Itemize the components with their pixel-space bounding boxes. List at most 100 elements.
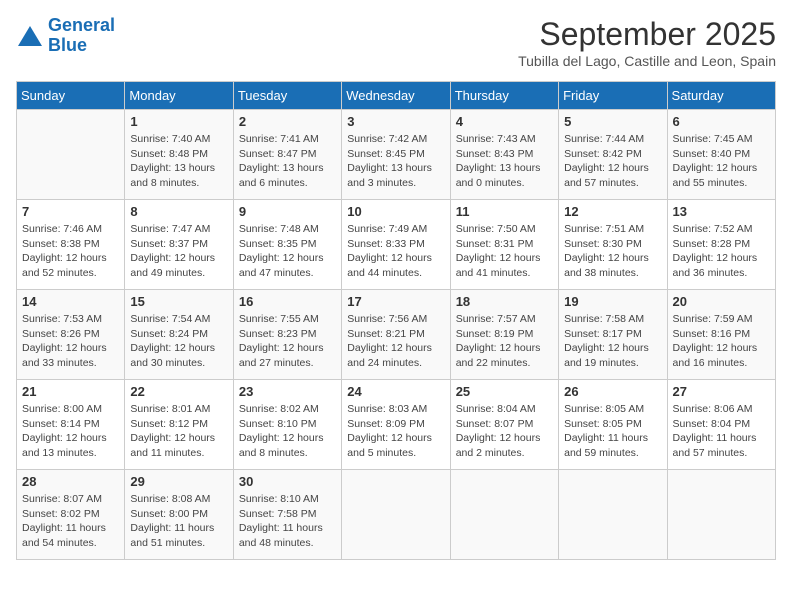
day-info: Sunrise: 7:53 AM Sunset: 8:26 PM Dayligh… xyxy=(22,312,119,371)
day-number: 30 xyxy=(239,474,336,489)
day-number: 4 xyxy=(456,114,553,129)
day-number: 13 xyxy=(673,204,770,219)
day-info: Sunrise: 7:51 AM Sunset: 8:30 PM Dayligh… xyxy=(564,222,661,281)
calendar-cell: 28Sunrise: 8:07 AM Sunset: 8:02 PM Dayli… xyxy=(17,470,125,560)
day-info: Sunrise: 7:58 AM Sunset: 8:17 PM Dayligh… xyxy=(564,312,661,371)
day-number: 15 xyxy=(130,294,227,309)
day-info: Sunrise: 8:06 AM Sunset: 8:04 PM Dayligh… xyxy=(673,402,770,461)
logo-text: General Blue xyxy=(48,16,115,56)
calendar-table: SundayMondayTuesdayWednesdayThursdayFrid… xyxy=(16,81,776,560)
weekday-header: Tuesday xyxy=(233,82,341,110)
calendar-cell: 16Sunrise: 7:55 AM Sunset: 8:23 PM Dayli… xyxy=(233,290,341,380)
logo-line2: Blue xyxy=(48,36,115,56)
calendar-cell: 11Sunrise: 7:50 AM Sunset: 8:31 PM Dayli… xyxy=(450,200,558,290)
calendar-cell: 10 Sunrise: 7:49 AM Sunset: 8:33 PM Dayli… xyxy=(342,200,450,290)
day-info: Sunrise: 7:47 AM Sunset: 8:37 PM Dayligh… xyxy=(130,222,227,281)
page-header: General Blue September 2025 Tubilla del … xyxy=(16,16,776,69)
weekday-header: Wednesday xyxy=(342,82,450,110)
logo-icon xyxy=(16,24,44,48)
calendar-cell: 26Sunrise: 8:05 AM Sunset: 8:05 PM Dayli… xyxy=(559,380,667,470)
day-number: 10 xyxy=(347,204,444,219)
calendar-cell: 18 Sunrise: 7:57 AM Sunset: 8:19 PM Dayli… xyxy=(450,290,558,380)
day-number: 27 xyxy=(673,384,770,399)
title-block: September 2025 Tubilla del Lago, Castill… xyxy=(518,16,776,69)
calendar-header: SundayMondayTuesdayWednesdayThursdayFrid… xyxy=(17,82,776,110)
calendar-cell: 12 Sunrise: 7:51 AM Sunset: 8:30 PM Dayli… xyxy=(559,200,667,290)
calendar-week-row: 14 Sunrise: 7:53 AM Sunset: 8:26 PM Dayli… xyxy=(17,290,776,380)
calendar-cell: 7 Sunrise: 7:46 AM Sunset: 8:38 PM Daylig… xyxy=(17,200,125,290)
day-number: 18 xyxy=(456,294,553,309)
day-info: Sunrise: 8:10 AM Sunset: 7:58 PM Dayligh… xyxy=(239,492,336,551)
day-number: 14 xyxy=(22,294,119,309)
calendar-cell xyxy=(342,470,450,560)
calendar-cell: 6Sunrise: 7:45 AM Sunset: 8:40 PM Daylig… xyxy=(667,110,775,200)
day-info: Sunrise: 7:46 AM Sunset: 8:38 PM Dayligh… xyxy=(22,222,119,281)
day-info: Sunrise: 7:54 AM Sunset: 8:24 PM Dayligh… xyxy=(130,312,227,371)
day-number: 22 xyxy=(130,384,227,399)
day-info: Sunrise: 7:59 AM Sunset: 8:16 PM Dayligh… xyxy=(673,312,770,371)
day-info: Sunrise: 7:43 AM Sunset: 8:43 PM Dayligh… xyxy=(456,132,553,191)
day-info: Sunrise: 8:03 AM Sunset: 8:09 PM Dayligh… xyxy=(347,402,444,461)
weekday-header: Thursday xyxy=(450,82,558,110)
day-number: 21 xyxy=(22,384,119,399)
calendar-cell: 20 Sunrise: 7:59 AM Sunset: 8:16 PM Dayli… xyxy=(667,290,775,380)
calendar-cell: 9 Sunrise: 7:48 AM Sunset: 8:35 PM Daylig… xyxy=(233,200,341,290)
day-info: Sunrise: 8:01 AM Sunset: 8:12 PM Dayligh… xyxy=(130,402,227,461)
day-info: Sunrise: 8:04 AM Sunset: 8:07 PM Dayligh… xyxy=(456,402,553,461)
day-info: Sunrise: 7:49 AM Sunset: 8:33 PM Dayligh… xyxy=(347,222,444,281)
calendar-week-row: 1Sunrise: 7:40 AM Sunset: 8:48 PM Daylig… xyxy=(17,110,776,200)
day-number: 8 xyxy=(130,204,227,219)
day-info: Sunrise: 8:08 AM Sunset: 8:00 PM Dayligh… xyxy=(130,492,227,551)
weekday-header: Saturday xyxy=(667,82,775,110)
calendar-cell: 30 Sunrise: 8:10 AM Sunset: 7:58 PM Dayli… xyxy=(233,470,341,560)
calendar-week-row: 7 Sunrise: 7:46 AM Sunset: 8:38 PM Daylig… xyxy=(17,200,776,290)
calendar-cell: 4 Sunrise: 7:43 AM Sunset: 8:43 PM Daylig… xyxy=(450,110,558,200)
day-info: Sunrise: 7:44 AM Sunset: 8:42 PM Dayligh… xyxy=(564,132,661,191)
day-number: 12 xyxy=(564,204,661,219)
logo-line1: General xyxy=(48,15,115,35)
logo: General Blue xyxy=(16,16,115,56)
day-number: 9 xyxy=(239,204,336,219)
day-number: 7 xyxy=(22,204,119,219)
calendar-cell: 21Sunrise: 8:00 AM Sunset: 8:14 PM Dayli… xyxy=(17,380,125,470)
calendar-cell: 13 Sunrise: 7:52 AM Sunset: 8:28 PM Dayli… xyxy=(667,200,775,290)
day-info: Sunrise: 7:56 AM Sunset: 8:21 PM Dayligh… xyxy=(347,312,444,371)
calendar-cell: 29Sunrise: 8:08 AM Sunset: 8:00 PM Dayli… xyxy=(125,470,233,560)
calendar-body: 1Sunrise: 7:40 AM Sunset: 8:48 PM Daylig… xyxy=(17,110,776,560)
calendar-cell: 19 Sunrise: 7:58 AM Sunset: 8:17 PM Dayli… xyxy=(559,290,667,380)
calendar-cell: 8 Sunrise: 7:47 AM Sunset: 8:37 PM Daylig… xyxy=(125,200,233,290)
calendar-cell: 1Sunrise: 7:40 AM Sunset: 8:48 PM Daylig… xyxy=(125,110,233,200)
weekday-row: SundayMondayTuesdayWednesdayThursdayFrid… xyxy=(17,82,776,110)
day-number: 17 xyxy=(347,294,444,309)
day-info: Sunrise: 7:52 AM Sunset: 8:28 PM Dayligh… xyxy=(673,222,770,281)
day-number: 26 xyxy=(564,384,661,399)
day-number: 20 xyxy=(673,294,770,309)
calendar-cell: 24Sunrise: 8:03 AM Sunset: 8:09 PM Dayli… xyxy=(342,380,450,470)
day-info: Sunrise: 8:02 AM Sunset: 8:10 PM Dayligh… xyxy=(239,402,336,461)
weekday-header: Sunday xyxy=(17,82,125,110)
day-info: Sunrise: 7:42 AM Sunset: 8:45 PM Dayligh… xyxy=(347,132,444,191)
calendar-cell: 27 Sunrise: 8:06 AM Sunset: 8:04 PM Dayli… xyxy=(667,380,775,470)
day-number: 23 xyxy=(239,384,336,399)
day-number: 25 xyxy=(456,384,553,399)
day-info: Sunrise: 7:41 AM Sunset: 8:47 PM Dayligh… xyxy=(239,132,336,191)
day-number: 5 xyxy=(564,114,661,129)
calendar-cell: 3 Sunrise: 7:42 AM Sunset: 8:45 PM Daylig… xyxy=(342,110,450,200)
day-number: 11 xyxy=(456,204,553,219)
day-info: Sunrise: 7:40 AM Sunset: 8:48 PM Dayligh… xyxy=(130,132,227,191)
calendar-cell: 17 Sunrise: 7:56 AM Sunset: 8:21 PM Dayli… xyxy=(342,290,450,380)
calendar-cell xyxy=(450,470,558,560)
calendar-cell: 5 Sunrise: 7:44 AM Sunset: 8:42 PM Daylig… xyxy=(559,110,667,200)
calendar-week-row: 28Sunrise: 8:07 AM Sunset: 8:02 PM Dayli… xyxy=(17,470,776,560)
day-number: 6 xyxy=(673,114,770,129)
day-number: 16 xyxy=(239,294,336,309)
day-number: 3 xyxy=(347,114,444,129)
calendar-week-row: 21Sunrise: 8:00 AM Sunset: 8:14 PM Dayli… xyxy=(17,380,776,470)
day-info: Sunrise: 7:48 AM Sunset: 8:35 PM Dayligh… xyxy=(239,222,336,281)
calendar-cell: 15 Sunrise: 7:54 AM Sunset: 8:24 PM Dayli… xyxy=(125,290,233,380)
month-title: September 2025 xyxy=(518,16,776,53)
day-number: 28 xyxy=(22,474,119,489)
day-info: Sunrise: 7:57 AM Sunset: 8:19 PM Dayligh… xyxy=(456,312,553,371)
day-number: 19 xyxy=(564,294,661,309)
weekday-header: Friday xyxy=(559,82,667,110)
